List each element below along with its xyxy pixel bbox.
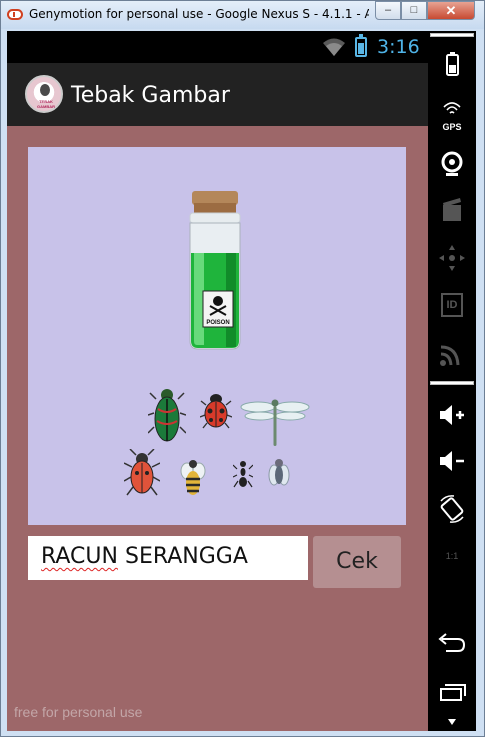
id-icon: ID — [441, 293, 463, 317]
dragonfly-icon — [240, 399, 310, 446]
camera-icon[interactable] — [428, 149, 476, 177]
clapper-icon[interactable] — [428, 197, 476, 223]
rotate-icon[interactable] — [428, 495, 476, 523]
fly-icon — [268, 459, 290, 486]
beetle-icon — [148, 389, 186, 442]
ladybug-icon — [200, 394, 232, 429]
status-clock: 3:16 — [377, 36, 420, 58]
maximize-button[interactable]: □ — [401, 1, 427, 20]
gps-label: GPS — [442, 122, 462, 132]
recent-apps-icon[interactable] — [428, 681, 476, 703]
android-screen: 3:16 Tebak Gambar POISON — [7, 31, 428, 731]
close-button[interactable]: ✕ — [427, 1, 475, 20]
bee-icon — [180, 460, 206, 495]
sidebar-separator — [430, 381, 474, 385]
battery-icon — [355, 34, 367, 57]
volume-up-icon[interactable] — [428, 403, 476, 427]
window-titlebar[interactable]: Genymotion for personal use - Google Nex… — [1, 1, 484, 29]
gps-icon — [443, 102, 461, 114]
volume-down-icon[interactable] — [428, 449, 476, 473]
action-bar: Tebak Gambar — [7, 63, 428, 126]
svg-text:POISON: POISON — [206, 320, 229, 326]
answer-input[interactable]: RACUN SERANGGA — [28, 536, 308, 580]
chevron-down-icon[interactable] — [428, 717, 476, 727]
wifi-icon — [323, 38, 345, 56]
genymotion-sidebar: GPS ID 1:1 — [428, 31, 476, 731]
window-title: Genymotion for personal use - Google Nex… — [29, 7, 369, 21]
battery-icon[interactable] — [428, 51, 476, 79]
dpad-icon[interactable] — [428, 243, 476, 273]
genymotion-window: Genymotion for personal use - Google Nex… — [0, 0, 485, 737]
ant-icon — [233, 461, 253, 488]
app-logo-icon[interactable] — [25, 75, 63, 113]
sidebar-separator — [430, 33, 474, 37]
device-id-button[interactable]: ID — [428, 293, 476, 319]
status-bar: 3:16 — [7, 31, 428, 63]
scale-icon[interactable]: 1:1 — [428, 543, 476, 569]
gps-button[interactable]: GPS — [428, 99, 476, 133]
poison-bottle-icon: POISON — [189, 191, 241, 350]
check-button[interactable]: Cek — [313, 536, 401, 588]
answer-word-misspelled: RACUN — [41, 544, 118, 569]
minimize-button[interactable]: – — [375, 1, 401, 20]
app-title: Tebak Gambar — [71, 83, 230, 108]
genymotion-logo-icon — [7, 9, 23, 20]
puzzle-image: POISON — [28, 147, 406, 525]
answer-word-rest: SERANGGA — [117, 544, 248, 569]
back-icon[interactable] — [428, 631, 476, 655]
rss-icon[interactable] — [428, 341, 476, 367]
watermark-text: free for personal use — [14, 704, 143, 720]
red-bug-icon — [124, 449, 160, 496]
